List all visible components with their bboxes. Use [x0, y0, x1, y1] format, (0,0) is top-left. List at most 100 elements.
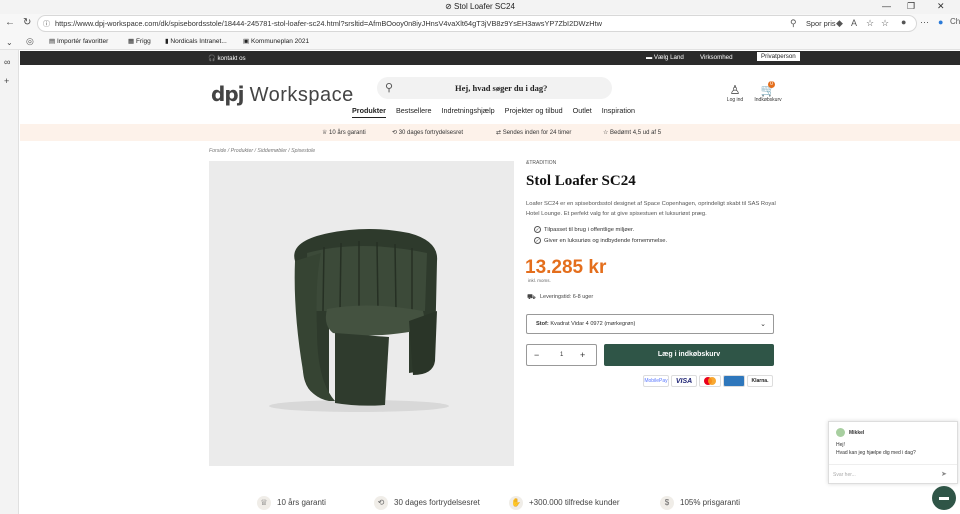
favorite-star-icon[interactable]: ☆: [866, 18, 874, 29]
tab-list-icon[interactable]: ⌄: [6, 38, 13, 47]
side-tab-label[interactable]: Ch: [950, 17, 960, 26]
menu-item[interactable]: Produkter: [352, 106, 386, 118]
decrease-button[interactable]: −: [534, 350, 539, 360]
menu-item[interactable]: Inspiration: [602, 106, 635, 115]
mobilepay-logo: MobilePay: [643, 375, 669, 387]
chat-widget: Mikkel Hej! Hvad kan jeg hjælpe dig med …: [828, 421, 958, 484]
chat-message: Hvad kan jeg hjælpe dig med i dag?: [836, 450, 916, 456]
add-icon[interactable]: +: [4, 76, 9, 86]
refresh-icon[interactable]: ↻: [23, 17, 31, 28]
login-label: Log ind: [726, 97, 744, 103]
bottom-usp-item: ✋ +300.000 tilfredse kunder: [509, 496, 620, 510]
business-link[interactable]: Virksomhed: [700, 54, 733, 61]
menu-item[interactable]: Outlet: [573, 106, 592, 115]
return-icon: ⟲: [374, 496, 388, 510]
chat-toggle-button[interactable]: ▬: [932, 486, 956, 510]
favorite-item[interactable]: ▦ Frigg: [128, 37, 151, 45]
agent-avatar: [836, 428, 845, 437]
bottom-usp-item: $105% prisgaranti: [660, 496, 740, 510]
more-menu-icon[interactable]: ⋯: [920, 17, 929, 28]
site-top-strip: 🎧 kontakt os ▬ Vælg Land Virksomhed Priv…: [20, 51, 960, 65]
close-icon[interactable]: ✕: [937, 1, 945, 12]
price-tag-icon[interactable]: ◆: [836, 18, 843, 29]
browser-sidebar: ∞ +: [0, 50, 19, 514]
send-icon[interactable]: ➤: [941, 470, 947, 478]
main-menu: Produkter Bestsellere Indretningshjælp Proj…: [352, 106, 645, 118]
profile-avatar-icon[interactable]: ●: [901, 17, 906, 27]
increase-button[interactable]: +: [580, 350, 585, 360]
favorite-item[interactable]: ▮ Nordicals Intranet...: [165, 37, 227, 45]
search-input[interactable]: ⚲ Hej, hvad søger du i dag?: [377, 77, 612, 99]
chat-agent-name: Mikkel: [849, 430, 865, 436]
usp-item: ☆ Bedømt 4,5 ud af 5: [603, 130, 662, 136]
copilot-icon[interactable]: ●: [938, 17, 943, 27]
visa-logo: VISA: [671, 375, 697, 387]
favorites-list-icon[interactable]: ☆: [881, 18, 889, 29]
read-aloud-icon[interactable]: A: [851, 18, 857, 28]
check-icon: ✓: [534, 226, 541, 233]
favorite-item[interactable]: ▤ Importér favoritter: [49, 37, 108, 45]
thumbs-up-icon: ✋: [509, 496, 523, 510]
reading-icon[interactable]: ◎: [26, 36, 34, 47]
search-icon: ⚲: [385, 82, 394, 94]
address-bar: ← ↻ ⓘ https://www.dpj-workspace.com/dk/s…: [0, 14, 960, 33]
maximize-icon[interactable]: ❐: [907, 1, 915, 12]
chat-input[interactable]: Svar her... ➤: [829, 464, 957, 484]
back-icon[interactable]: ←: [5, 17, 15, 28]
user-icon: ♙: [729, 83, 741, 97]
product-brand[interactable]: &TRADITION: [526, 160, 556, 166]
url-text[interactable]: https://www.dpj-workspace.com/dk/spisebo…: [55, 19, 602, 28]
window-title: ⊘ Stol Loafer SC24: [445, 2, 515, 11]
chat-placeholder: Svar her...: [833, 472, 856, 478]
usp-item: ⇄ Sendes inden for 24 timer: [496, 130, 572, 136]
cart-label: Indkøbskurv: [754, 97, 782, 103]
menu-item[interactable]: Bestsellere: [396, 106, 432, 115]
country-selector[interactable]: ▬ Vælg Land: [646, 54, 684, 61]
menu-item[interactable]: Indretningshjælp: [442, 106, 495, 115]
chevron-down-icon: ⌄: [760, 321, 766, 328]
product-description: Loafer SC24 er en spisebordsstol designe…: [526, 201, 776, 217]
product-image[interactable]: [209, 161, 514, 466]
fabric-select[interactable]: Stof: Kvadrat Vidar 4 0972 (mørkegrøn) ⌄: [526, 314, 774, 334]
chat-greeting: Hej!: [836, 442, 845, 448]
contact-link[interactable]: 🎧 kontakt os: [208, 54, 246, 62]
breadcrumb[interactable]: Forside / Produkter / Siddemøbler / Spis…: [209, 148, 315, 154]
truck-icon: ⛟: [527, 294, 536, 301]
favorites-bar: ◎ ▤ Importér favoritter ▦ Frigg ▮ Nordic…: [0, 33, 960, 50]
usp-item: ♕ 10 års garanti: [322, 130, 366, 136]
sidebar-toggle-icon[interactable]: ∞: [4, 57, 10, 67]
warranty-icon: ♕: [257, 496, 271, 510]
chair-illustration: [269, 229, 449, 412]
quantity-stepper: − 1 +: [526, 344, 597, 366]
mastercard-logo: [699, 375, 721, 387]
menu-item[interactable]: Projekter og tilbud: [505, 106, 563, 115]
add-to-cart-button[interactable]: Læg i indkøbskurv: [604, 344, 774, 366]
private-link[interactable]: Privatperson: [757, 52, 800, 61]
search-page-icon[interactable]: ⚲: [790, 18, 797, 29]
bottom-usp-item: ⟲ 30 dages fortrydelsesret: [374, 496, 480, 510]
cart-count-badge: 0: [768, 81, 775, 88]
track-price-label[interactable]: Spor pris: [806, 19, 836, 28]
minimize-icon[interactable]: —: [882, 1, 891, 11]
cart-icon: 🛒 0: [760, 81, 776, 97]
price-note: inkl. moms.: [528, 278, 551, 283]
klarna-logo: Klarna.: [747, 375, 773, 387]
usp-item: ⟲ 30 dages fortrydelsesret: [392, 130, 464, 136]
site-logo[interactable]: dpj Workspace: [211, 82, 354, 107]
url-field[interactable]: ⓘ https://www.dpj-workspace.com/dk/spise…: [37, 15, 917, 32]
browser-titlebar: ⊘ Stol Loafer SC24 — ❐ ✕: [0, 0, 960, 14]
amex-logo: [723, 375, 745, 387]
feature-bullet: ✓ Tilpasset til brug i offentlige miljøer…: [534, 226, 635, 233]
usp-strip: ♕ 10 års garanti ⟲ 30 dages fortrydelses…: [20, 124, 960, 141]
favorite-item[interactable]: ▣ Kommuneplan 2021: [243, 37, 309, 45]
feature-bullet: ✓ Giver en luksuriøs og indbydende fornem…: [534, 237, 668, 244]
product-title: Stol Loafer SC24: [526, 173, 636, 189]
quantity-value[interactable]: 1: [560, 352, 563, 358]
delivery-time: Leveringstid: 6-8 uger: [540, 294, 594, 300]
check-icon: ✓: [534, 237, 541, 244]
page-info-icon[interactable]: ⓘ: [43, 19, 50, 29]
cart-button[interactable]: 🛒 0 Indkøbskurv: [752, 81, 784, 103]
login-button[interactable]: ♙ Log ind: [724, 83, 746, 103]
search-placeholder: Hej, hvad søger du i dag?: [455, 83, 548, 93]
product-price: 13.285 kr: [525, 257, 607, 278]
